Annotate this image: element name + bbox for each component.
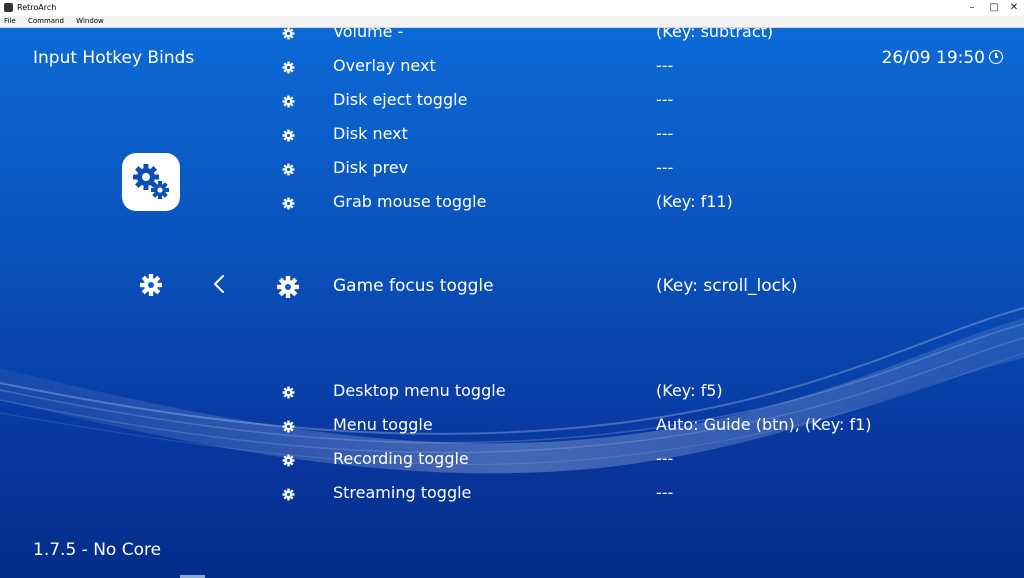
hotkey-label: Disk next <box>333 124 408 143</box>
hotkey-value: --- <box>656 124 674 143</box>
hotkey-value: --- <box>656 483 674 502</box>
gear-icon <box>276 275 300 303</box>
gear-icon <box>282 418 295 437</box>
gear-icon <box>282 28 295 44</box>
menu-stage: Input Hotkey Binds 26/09 19:50 Volume - … <box>0 28 1024 578</box>
hotkey-value: (Key: f5) <box>656 381 723 400</box>
hotkey-label: Disk eject toggle <box>333 90 468 109</box>
hotkey-label: Grab mouse toggle <box>333 192 487 211</box>
hotkey-label: Streaming toggle <box>333 483 472 502</box>
hotkey-row[interactable]: Game focus toggle (Key: scroll_lock) <box>0 272 1024 302</box>
hotkey-value: (Key: f11) <box>656 192 733 211</box>
hotkey-value: --- <box>656 449 674 468</box>
hotkey-row[interactable]: Recording toggle --- <box>0 443 1024 473</box>
hotkey-row[interactable]: Disk prev --- <box>0 152 1024 182</box>
hotkey-value: --- <box>656 56 674 75</box>
menu-command[interactable]: Command <box>28 17 64 25</box>
hotkey-label: Disk prev <box>333 158 409 177</box>
hotkey-row[interactable]: Disk next --- <box>0 118 1024 148</box>
hotkey-label: Menu toggle <box>333 415 433 434</box>
hotkey-value: Auto: Guide (btn), (Key: f1) <box>656 415 872 434</box>
gear-icon <box>282 486 295 505</box>
hotkey-row[interactable]: Desktop menu toggle (Key: f5) <box>0 375 1024 405</box>
gear-icon <box>282 59 295 78</box>
retroarch-app-icon <box>4 3 13 12</box>
gear-icon <box>282 452 295 471</box>
menu-file[interactable]: File <box>4 17 16 25</box>
menubar: File Command Window <box>0 16 1024 28</box>
close-button[interactable]: ✕ <box>1000 0 1024 16</box>
hotkey-row[interactable]: Streaming toggle --- <box>0 477 1024 507</box>
hotkey-label: Desktop menu toggle <box>333 381 506 400</box>
window-title: RetroArch <box>17 3 57 12</box>
gear-icon <box>282 93 295 112</box>
hotkey-row[interactable]: Menu toggle Auto: Guide (btn), (Key: f1) <box>0 409 1024 439</box>
hotkey-label: Game focus toggle <box>333 276 494 296</box>
hotkey-row[interactable]: Volume - (Key: subtract) <box>0 28 1024 46</box>
hotkey-row[interactable]: Grab mouse toggle (Key: f11) <box>0 186 1024 216</box>
hotkey-row[interactable]: Disk eject toggle --- <box>0 84 1024 114</box>
menu-window[interactable]: Window <box>76 17 104 25</box>
window-titlebar: RetroArch – □ ✕ <box>0 0 1024 16</box>
hotkey-value: (Key: subtract) <box>656 28 774 41</box>
version-label: 1.7.5 - No Core <box>33 540 162 560</box>
hotkey-label: Overlay next <box>333 56 436 75</box>
hotkey-label: Volume - <box>333 28 404 41</box>
gear-icon <box>282 195 295 214</box>
hotkey-label: Recording toggle <box>333 449 469 468</box>
hotkey-value: --- <box>656 90 674 109</box>
hotkey-row[interactable]: Overlay next --- <box>0 50 1024 80</box>
hotkey-value: --- <box>656 158 674 177</box>
gear-icon <box>282 384 295 403</box>
gear-icon <box>282 127 295 146</box>
hotkey-value: (Key: scroll_lock) <box>656 276 798 296</box>
gear-icon <box>282 161 295 180</box>
